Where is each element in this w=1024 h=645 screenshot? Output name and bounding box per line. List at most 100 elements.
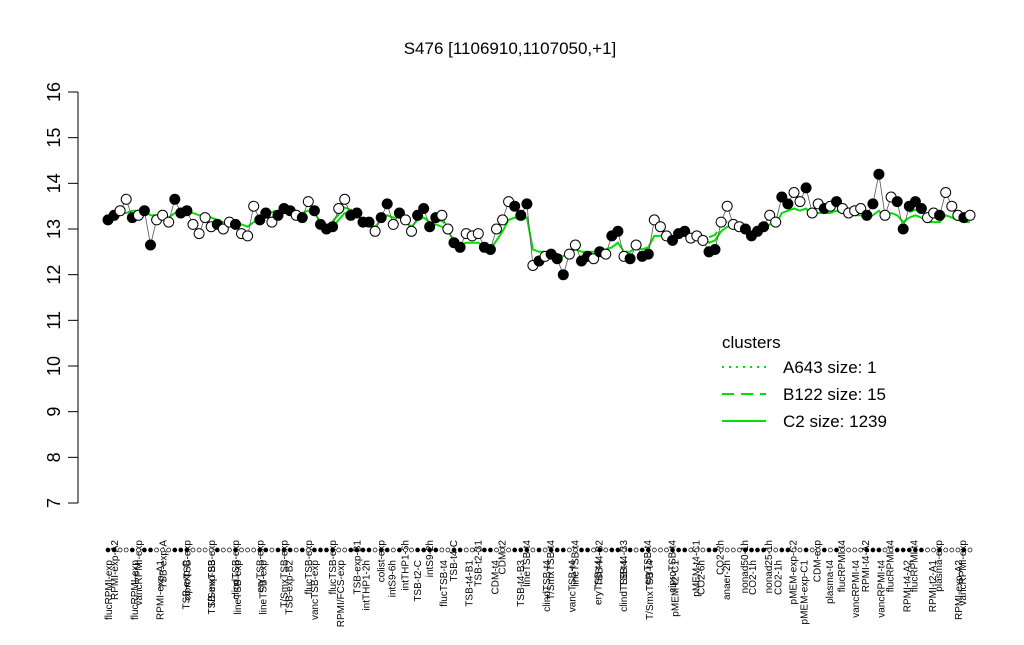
rug-marker [524, 547, 530, 553]
rug-marker [506, 547, 511, 553]
rug-marker [694, 547, 700, 553]
data-point [654, 221, 666, 233]
y-tick-label: 12 [44, 265, 64, 285]
data-point [770, 216, 782, 228]
data-point [509, 200, 521, 212]
rug-marker [603, 547, 609, 553]
data-point [363, 216, 375, 228]
rug-marker [573, 547, 578, 553]
data-point [491, 223, 502, 235]
data-point [181, 205, 193, 217]
bottom-label: flucRPMI-exp [130, 560, 141, 620]
rug-marker [275, 547, 281, 553]
rug-marker [840, 547, 845, 553]
rug-marker [931, 547, 936, 553]
rug-marker [494, 547, 499, 553]
y-tick-label: 11 [44, 311, 64, 330]
rug-marker [736, 547, 742, 553]
data-point [788, 187, 800, 198]
rug-marker [730, 547, 736, 553]
bottom-label: vancTSB-t4 [568, 560, 579, 613]
rug-marker [609, 547, 615, 553]
bottom-label: CDM-t4 [490, 560, 501, 595]
rug-marker [967, 547, 973, 553]
rug-marker [184, 547, 190, 553]
rug-marker [342, 547, 348, 553]
bottom-label: RPMI-t2-A1 [928, 560, 939, 613]
rug-marker [560, 547, 566, 553]
data-point [600, 248, 612, 260]
data-point [230, 218, 241, 230]
top-label: RPMI-t4-A2 [861, 540, 872, 593]
bottom-label: plasma-t4 [825, 560, 836, 604]
rug-marker [166, 547, 172, 553]
rug-marker [257, 547, 263, 553]
rug-marker [548, 547, 554, 553]
data-point [879, 209, 891, 221]
rug-marker [324, 547, 329, 553]
rug-marker [390, 547, 396, 553]
rug-marker [749, 547, 754, 553]
rug-marker [852, 547, 858, 553]
rug-marker [894, 547, 900, 553]
rug-marker [900, 547, 906, 553]
data-point [248, 200, 260, 212]
bottom-label: CO2-1h [748, 560, 759, 595]
data-point [715, 216, 727, 228]
rug-marker [196, 547, 202, 553]
bottom-label: intTHP1-2h [362, 560, 373, 611]
data-point [800, 182, 812, 194]
bottom-label: RPMI-t4-A2 [903, 560, 914, 613]
data-point [569, 239, 581, 251]
rug-marker [579, 547, 584, 553]
data-point [120, 193, 132, 205]
rug-marker [409, 547, 414, 553]
rug-marker [755, 547, 760, 553]
data-point [697, 234, 709, 246]
bottom-label: flucTSB-t4 [439, 560, 450, 607]
rug-marker [148, 547, 153, 553]
bottom-label: eryTSB-t4 [593, 560, 604, 605]
data-point [934, 209, 946, 221]
rug-marker [366, 547, 372, 553]
rug-marker [330, 547, 335, 553]
rug-marker [834, 547, 839, 553]
bottom-label: TSB-exp-B2 [284, 560, 295, 615]
rug-marker [445, 547, 451, 553]
rug-marker [451, 547, 457, 553]
rug-marker [864, 547, 870, 553]
top-label: TSB-t4-C [449, 540, 460, 582]
rug-marker [773, 547, 779, 553]
rug-marker [214, 547, 220, 553]
rug-marker [809, 547, 815, 553]
rug-marker [160, 547, 165, 553]
bottom-label: vancTSB-exp [310, 560, 321, 620]
bottom-label: RPMI/FCS-exp [336, 560, 347, 628]
rug-marker [937, 547, 942, 553]
data-point [642, 248, 654, 260]
rug-marker [633, 547, 639, 553]
data-point [138, 205, 150, 217]
rug-marker [658, 547, 663, 553]
rug-marker [567, 547, 572, 553]
data-point [497, 214, 509, 226]
rug-marker [245, 547, 250, 553]
rug-marker [397, 547, 402, 553]
data-point [521, 198, 533, 210]
rug-marker [488, 547, 493, 553]
rug-marker [111, 547, 117, 553]
rug-marker [767, 547, 773, 553]
data-point [612, 225, 624, 237]
bottom-label: clindTSB-t4 [542, 560, 553, 612]
data-point [442, 223, 454, 235]
rug-marker [208, 547, 214, 553]
data-point [436, 209, 448, 221]
rug-marker [482, 547, 487, 553]
rug-marker [645, 547, 651, 553]
rug-marker [670, 547, 675, 553]
rug-marker [129, 547, 135, 553]
bottom-label: pMEM-exp-C1 [800, 560, 811, 625]
rug-marker [172, 547, 178, 553]
rug-marker [664, 547, 669, 553]
data-point [406, 225, 417, 237]
